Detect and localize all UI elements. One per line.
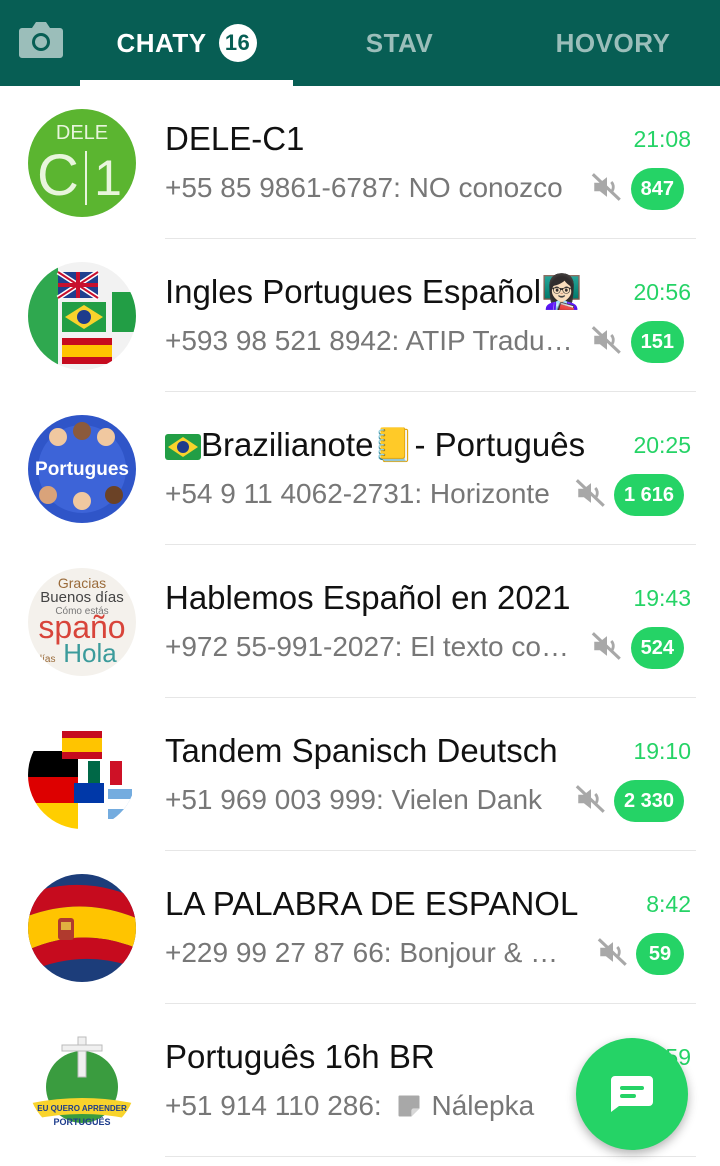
preview-sender: +51 914 110 286: xyxy=(165,1090,382,1121)
chat-row[interactable]: DELE C 1 DELE-C1 21:08 +55 85 9861-6787:… xyxy=(0,86,720,239)
app-header: CHATY 16 STAV HOVORY xyxy=(0,0,720,86)
svg-text:PORTUGUÊS: PORTUGUÊS xyxy=(53,1116,110,1127)
chat-time: 20:56 xyxy=(633,279,691,305)
svg-text:Hola: Hola xyxy=(63,638,117,668)
unread-badge: 2 330 xyxy=(613,780,684,822)
chat-avatar[interactable]: Gracias Buenos días Cómo estás spaño Hol… xyxy=(28,568,136,676)
chat-avatar[interactable] xyxy=(28,262,136,370)
svg-text:Portugues: Portugues xyxy=(35,459,129,480)
unread-badge: 524 xyxy=(630,627,684,669)
chat-time: 21:08 xyxy=(633,126,691,152)
chat-time: 19:10 xyxy=(633,738,691,764)
muted-icon xyxy=(575,785,605,813)
chat-row[interactable]: Ingles Portugues Español👩🏻‍🏫 20:56 +593 … xyxy=(0,239,720,392)
chat-avatar[interactable]: EU QUERO APRENDER PORTUGUÊS xyxy=(28,1027,136,1135)
tab-calls[interactable]: HOVORY xyxy=(506,0,720,86)
chat-row[interactable]: Gracias Buenos días Cómo estás spaño Hol… xyxy=(0,545,720,698)
preview-text: Nálepka xyxy=(431,1090,535,1121)
unread-chats-badge: 16 xyxy=(218,24,257,62)
chat-preview: +229 99 27 87 66: Bonjour & bienvenue xyxy=(165,937,565,968)
chat-name: Hablemos Español en 2021 xyxy=(165,579,571,616)
tab-calls-label: HOVORY xyxy=(555,27,671,58)
chat-name: LA PALABRA DE ESPANOL xyxy=(165,885,579,922)
svg-text:1: 1 xyxy=(94,150,122,206)
svg-text:C: C xyxy=(37,143,79,208)
muted-icon xyxy=(591,173,621,201)
new-chat-button[interactable] xyxy=(576,1038,688,1150)
chat-name: Tandem Spanisch Deutsch xyxy=(165,732,558,769)
sticker-icon xyxy=(398,1095,420,1117)
unread-badge: 1 616 xyxy=(613,474,684,516)
unread-badge: 59 xyxy=(636,933,684,975)
chat-preview: +972 55-991-2027: El texto completo xyxy=(165,631,580,662)
tab-chats-label: CHATY xyxy=(116,27,207,58)
muted-icon xyxy=(591,326,621,354)
chat-time: 8:42 xyxy=(646,891,691,917)
new-chat-icon xyxy=(611,1076,653,1112)
camera-icon[interactable] xyxy=(18,18,64,60)
chat-row[interactable]: Portugues Brazilianote📒- Português 20:25… xyxy=(0,392,720,545)
row-divider xyxy=(165,1156,696,1157)
svg-text:Buenos días: Buenos días xyxy=(40,589,123,606)
muted-icon xyxy=(575,479,605,507)
chat-name-text: Brazilianote📒- Português xyxy=(201,426,586,463)
svg-text:EU QUERO APRENDER: EU QUERO APRENDER xyxy=(37,1104,127,1113)
svg-text:días: días xyxy=(37,654,56,665)
chat-preview: +54 9 11 4062-2731: Horizonte xyxy=(165,478,550,509)
chat-preview: +51 969 003 999: Vielen Dank xyxy=(165,784,543,815)
unread-badge: 151 xyxy=(630,321,684,363)
chat-row[interactable]: LA PALABRA DE ESPANOL 8:42 +229 99 27 87… xyxy=(0,851,720,1004)
chat-name: Ingles Portugues Español👩🏻‍🏫 xyxy=(165,273,583,310)
chat-name: Português 16h BR xyxy=(165,1038,435,1075)
chat-avatar[interactable]: Portugues xyxy=(28,415,136,523)
muted-icon xyxy=(591,632,621,660)
chat-preview: +55 85 9861-6787: NO conozco xyxy=(165,172,563,203)
muted-icon xyxy=(597,938,627,966)
chat-avatar[interactable] xyxy=(28,874,136,982)
chat-time: 20:25 xyxy=(633,432,691,458)
chat-time: 19:43 xyxy=(633,585,691,611)
chat-row[interactable]: Tandem Spanisch Deutsch 19:10 +51 969 00… xyxy=(0,698,720,851)
flag-brazil-icon xyxy=(165,434,201,460)
chat-avatar[interactable]: DELE C 1 xyxy=(28,109,136,217)
chat-preview: +51 914 110 286: Nálepka xyxy=(165,1090,565,1122)
svg-text:DELE: DELE xyxy=(56,122,108,144)
unread-badge: 847 xyxy=(630,168,684,210)
tab-chats[interactable]: CHATY 16 xyxy=(80,0,293,86)
chat-avatar[interactable] xyxy=(28,721,136,829)
tab-status[interactable]: STAV xyxy=(293,0,506,86)
chat-name: Brazilianote📒- Português xyxy=(165,426,605,465)
chat-name: DELE-C1 xyxy=(165,120,305,157)
chat-list: DELE C 1 DELE-C1 21:08 +55 85 9861-6787:… xyxy=(0,86,720,1157)
chat-preview: +593 98 521 8942: ATIP Traduções xyxy=(165,325,580,356)
tab-status-label: STAV xyxy=(365,27,434,58)
